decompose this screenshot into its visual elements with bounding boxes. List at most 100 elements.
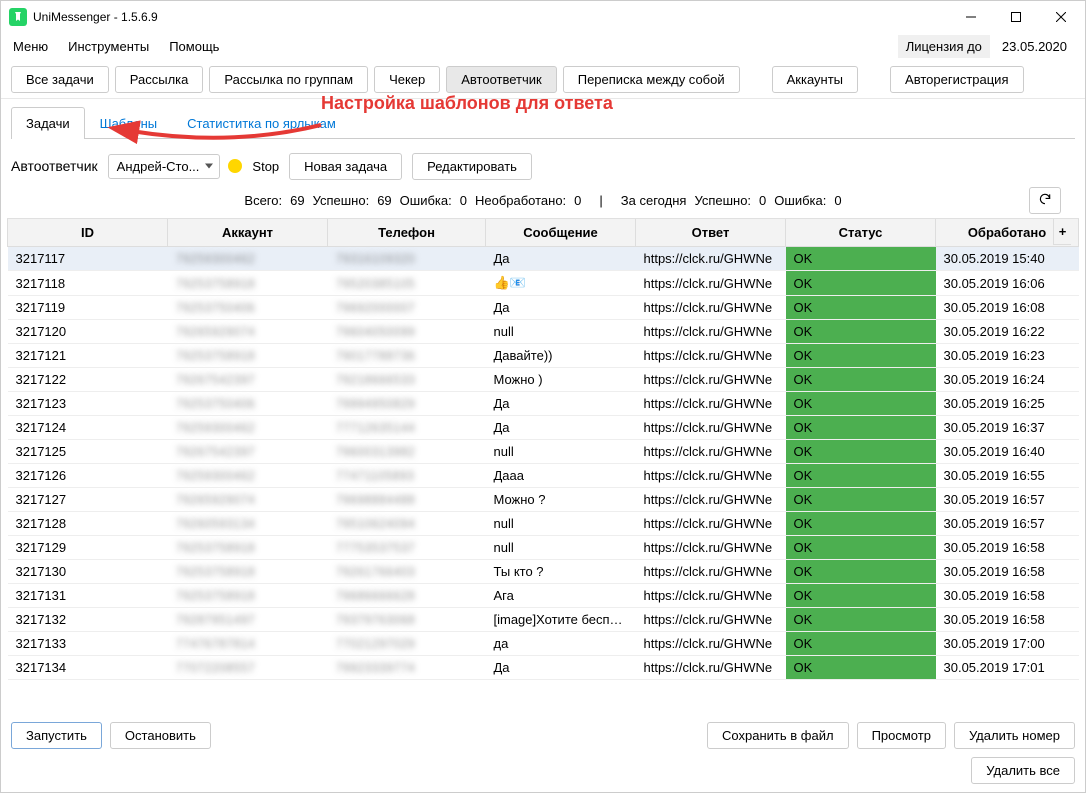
col-message[interactable]: Сообщение <box>486 219 636 247</box>
cell-status: OK <box>786 416 936 440</box>
menu-main[interactable]: Меню <box>13 39 48 54</box>
btn-autoreg[interactable]: Авторегистрация <box>890 66 1023 93</box>
footer-bar: Запустить Остановить Сохранить в файл Пр… <box>1 714 1085 792</box>
table-row[interactable]: 32171187925375891879520385105👍📧https://c… <box>8 271 1079 296</box>
cell-message: null <box>486 536 636 560</box>
refresh-button[interactable] <box>1029 187 1061 214</box>
status-dot-icon <box>228 159 242 173</box>
cell-account: 79253758918 <box>168 344 328 368</box>
table-row[interactable]: 32171217925375891879017788736Давайте))ht… <box>8 344 1079 368</box>
cell-status: OK <box>786 440 936 464</box>
cell-account: 79265929074 <box>168 488 328 512</box>
cell-account: 79259300462 <box>168 464 328 488</box>
table-row[interactable]: 32171307925375891879261766403Ты кто ?htt… <box>8 560 1079 584</box>
btn-selfchat[interactable]: Переписка между собой <box>563 66 740 93</box>
table-row[interactable]: 32171237925375040679994950829Даhttps://c… <box>8 392 1079 416</box>
license-date: 23.05.2020 <box>1002 39 1067 54</box>
btn-autoresponder[interactable]: Автоответчик <box>446 66 556 93</box>
account-select[interactable]: Андрей-Сто... <box>108 154 221 179</box>
cell-status: OK <box>786 344 936 368</box>
btn-new-task[interactable]: Новая задача <box>289 153 402 180</box>
menu-tools[interactable]: Инструменты <box>68 39 149 54</box>
cell-date: 30.05.2019 16:37 <box>936 416 1079 440</box>
table-row[interactable]: 32171207926592907479604050099nullhttps:/… <box>8 320 1079 344</box>
cell-status: OK <box>786 271 936 296</box>
cell-date: 30.05.2019 16:24 <box>936 368 1079 392</box>
btn-delete-all[interactable]: Удалить все <box>971 757 1075 784</box>
cell-answer: https://clck.ru/GHWNe <box>636 247 786 271</box>
cell-id: 3217131 <box>8 584 168 608</box>
cell-phone: 79316109320 <box>328 247 486 271</box>
cell-answer: https://clck.ru/GHWNe <box>636 536 786 560</box>
col-status[interactable]: Статус <box>786 219 936 247</box>
btn-save-file[interactable]: Сохранить в файл <box>707 722 849 749</box>
table-row[interactable]: 32171287926059313479510624094nullhttps:/… <box>8 512 1079 536</box>
cell-answer: https://clck.ru/GHWNe <box>636 368 786 392</box>
cell-account: 79260593134 <box>168 512 328 536</box>
cell-account: 79253750406 <box>168 296 328 320</box>
btn-stop[interactable]: Остановить <box>110 722 211 749</box>
col-id[interactable]: ID <box>8 219 168 247</box>
cell-message: Давайте)) <box>486 344 636 368</box>
title-bar: UniMessenger - 1.5.6.9 <box>1 1 1085 33</box>
btn-all-tasks[interactable]: Все задачи <box>11 66 109 93</box>
cell-date: 30.05.2019 16:58 <box>936 584 1079 608</box>
col-account[interactable]: Аккаунт <box>168 219 328 247</box>
table-row[interactable]: 32171197925375040679692000007Даhttps://c… <box>8 296 1079 320</box>
stat-today-err-label: Ошибка: <box>774 193 826 208</box>
add-column-button[interactable]: + <box>1053 219 1071 245</box>
btn-edit[interactable]: Редактировать <box>412 153 532 180</box>
table-row[interactable]: 32171317925375891879686666628Агаhttps://… <box>8 584 1079 608</box>
cell-account: 79253758918 <box>168 584 328 608</box>
stat-unproc-label: Необработано: <box>475 193 566 208</box>
cell-id: 3217127 <box>8 488 168 512</box>
cell-id: 3217133 <box>8 632 168 656</box>
table-row[interactable]: 32171347707220855779923339774Даhttps://c… <box>8 656 1079 680</box>
cell-status: OK <box>786 488 936 512</box>
cell-message: Можно ? <box>486 488 636 512</box>
close-button[interactable] <box>1038 1 1083 33</box>
cell-status: OK <box>786 584 936 608</box>
tab-templates[interactable]: Шаблоны <box>85 107 173 139</box>
table-row[interactable]: 32171327928795149779379763068[image]Хоти… <box>8 608 1079 632</box>
btn-accounts[interactable]: Аккаунты <box>772 66 858 93</box>
btn-mailing[interactable]: Рассылка <box>115 66 204 93</box>
table-row[interactable]: 32171277926592907479698884488Можно ?http… <box>8 488 1079 512</box>
cell-date: 30.05.2019 16:55 <box>936 464 1079 488</box>
cell-phone: 79994950829 <box>328 392 486 416</box>
sub-tabs: Задачи Шаблоны Статиститка по ярлыкам На… <box>1 99 1085 139</box>
col-answer[interactable]: Ответ <box>636 219 786 247</box>
cell-message: [image]Хотите бесплатн... <box>486 608 636 632</box>
table-row[interactable]: 32171227926754239779218666533Можно )http… <box>8 368 1079 392</box>
table-row[interactable]: 32171297925375891877753537537nullhttps:/… <box>8 536 1079 560</box>
btn-delete-number[interactable]: Удалить номер <box>954 722 1075 749</box>
stat-ok-label: Успешно: <box>313 193 370 208</box>
cell-answer: https://clck.ru/GHWNe <box>636 464 786 488</box>
cell-message: Да <box>486 416 636 440</box>
cell-status: OK <box>786 608 936 632</box>
col-phone[interactable]: Телефон <box>328 219 486 247</box>
btn-view[interactable]: Просмотр <box>857 722 946 749</box>
menu-help[interactable]: Помощь <box>169 39 219 54</box>
cell-message: null <box>486 512 636 536</box>
table-row[interactable]: 32171267925930046277471105893Даааhttps:/… <box>8 464 1079 488</box>
refresh-icon <box>1038 192 1052 206</box>
tab-tasks[interactable]: Задачи <box>11 107 85 139</box>
btn-group-mailing[interactable]: Рассылка по группам <box>209 66 368 93</box>
table-row[interactable]: 32171257926754239779600313982nullhttps:/… <box>8 440 1079 464</box>
btn-checker[interactable]: Чекер <box>374 66 440 93</box>
cell-account: 79265929074 <box>168 320 328 344</box>
table-row[interactable]: 32171247925930046277712635144Даhttps://c… <box>8 416 1079 440</box>
btn-start[interactable]: Запустить <box>11 722 102 749</box>
cell-account: 79253750406 <box>168 392 328 416</box>
stat-today-ok-label: Успешно: <box>694 193 751 208</box>
cell-id: 3217134 <box>8 656 168 680</box>
maximize-button[interactable] <box>993 1 1038 33</box>
minimize-button[interactable] <box>948 1 993 33</box>
cell-id: 3217123 <box>8 392 168 416</box>
table-row[interactable]: 32171177925930046279316109320Даhttps://c… <box>8 247 1079 271</box>
cell-message: Ага <box>486 584 636 608</box>
cell-account: 79253758918 <box>168 536 328 560</box>
table-row[interactable]: 32171337747678781477021297029даhttps://c… <box>8 632 1079 656</box>
cell-answer: https://clck.ru/GHWNe <box>636 440 786 464</box>
